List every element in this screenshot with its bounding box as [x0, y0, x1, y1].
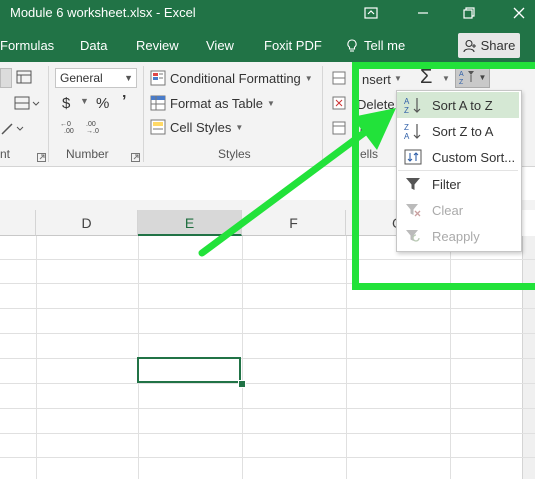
pointer-arrow [198, 108, 396, 257]
